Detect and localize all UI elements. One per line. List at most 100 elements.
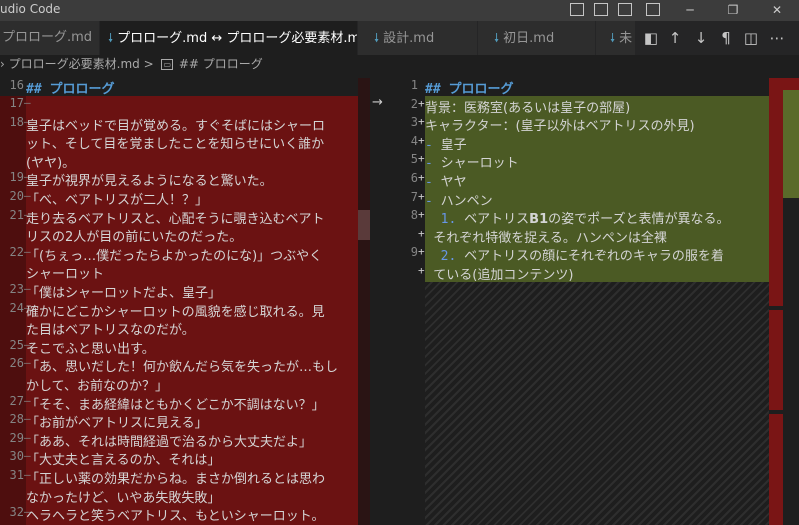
code-token: ハンペン: [440, 193, 493, 209]
line-number: 28: [9, 412, 24, 427]
line-number: 32: [9, 505, 24, 520]
restore-button[interactable]: ❐: [718, 0, 748, 21]
next-change-icon[interactable]: ↓: [690, 21, 712, 55]
code-token: -: [425, 175, 441, 190]
overview-deleted-marker: [769, 78, 799, 90]
code-token: ベアトリス: [464, 212, 530, 228]
scrollbar-thumb[interactable]: [358, 210, 370, 240]
code-line: 走り去るベアトリスと、心配そうに覗き込むベアト: [26, 211, 325, 227]
code-line: - シャーロット: [425, 152, 770, 171]
code-line-heading: ## プロローグ: [26, 82, 115, 97]
line-number: 29: [9, 430, 24, 445]
overview-deleted-marker: [769, 414, 783, 525]
breadcrumb-file[interactable]: プロローグ必要素材.md: [9, 57, 140, 71]
line-number: 19: [9, 170, 24, 185]
code-token: B1: [529, 212, 549, 228]
tab-label: プロローグ.md: [2, 30, 93, 45]
customize-layout-icon[interactable]: [646, 3, 660, 16]
code-line: ている(追加コンテンツ): [425, 264, 770, 283]
breadcrumb-separator: ›: [0, 57, 5, 71]
overview-deleted-marker: [769, 78, 783, 306]
tab-first-day[interactable]: 🠗 初日.md: [478, 21, 596, 55]
diff-divider: →: [370, 75, 392, 525]
code-line: - 皇子: [425, 134, 770, 153]
tab-diff-prologue[interactable]: 🠗プロローグ.md ↔ プロローグ必要素材.md✕: [100, 21, 358, 55]
code-line: 「正しい薬の効果だからね。まさか倒れるとは思わ: [26, 472, 326, 487]
close-window-button[interactable]: ✕: [762, 0, 792, 21]
more-actions-icon[interactable]: ⋯: [766, 21, 788, 55]
code-line: - ハンペン: [425, 190, 770, 209]
line-number: 4: [410, 133, 418, 148]
tab-label: 設計.md: [383, 31, 435, 46]
breadcrumb-separator: >: [143, 57, 154, 71]
editor-tab-bar: プロローグ.md 🠗プロローグ.md ↔ プロローグ必要素材.md✕ 🠗設計.m…: [0, 21, 799, 55]
line-number: 18: [9, 114, 24, 129]
code-token: -: [425, 193, 441, 209]
code-line: それぞれ特徴を捉える。ハンペンは全裸: [425, 227, 770, 246]
code-line: 確かにどこかシャーロットの風貌を感じ取れる。見: [26, 304, 325, 320]
markdown-file-icon: 🠗: [108, 31, 114, 45]
code-line: 皇子が視界が見えるようになると驚いた。: [26, 174, 273, 190]
show-whitespace-icon[interactable]: ¶: [715, 21, 737, 55]
line-number: 6: [410, 171, 418, 185]
code-token: 背景：医務室(あるいは皇子の部屋): [425, 100, 631, 116]
line-number: 21: [9, 207, 24, 222]
previous-change-icon[interactable]: ↑: [664, 21, 686, 55]
line-number: 8: [410, 208, 418, 223]
tab-prologue[interactable]: プロローグ.md: [0, 21, 100, 55]
toggle-secondary-sidebar-icon[interactable]: [618, 3, 632, 16]
tab-unnamed[interactable]: 🠗 未: [596, 21, 636, 55]
breadcrumb: › プロローグ必要素材.md > ▭ ## プロローグ: [0, 55, 799, 75]
minimize-button[interactable]: ─: [675, 0, 705, 21]
code-token: それぞれ特徴を捉える。ハンペンは全裸: [425, 230, 667, 246]
code-line: ット、そして目を覚ましたことを知らせにいく誰か: [26, 137, 325, 153]
code-token: 2.: [425, 249, 465, 265]
line-number: 2: [410, 96, 418, 111]
tab-label: 未: [619, 31, 633, 46]
tab-design[interactable]: 🠗 設計.md: [358, 21, 478, 55]
code-token: -: [425, 137, 441, 153]
symbol-icon: ▭: [161, 59, 174, 70]
diff-overview-ruler[interactable]: [769, 78, 799, 525]
breadcrumb-symbol[interactable]: ## プロローグ: [179, 57, 263, 71]
line-number: 9: [410, 245, 418, 260]
original-editor-pane[interactable]: 16 ## プロローグ 17—18— 皇子はベッドで目が覚める。すぐそばにはシャー…: [0, 78, 370, 525]
code-line: 「(ちぇっ…僕だったらよかったのにな)」つぶやく: [26, 248, 323, 264]
line-number: 23: [9, 282, 24, 296]
modified-editor-pane[interactable]: 1 ## プロローグ 2 + 背景：医務室(あるいは皇子の部屋) 3 + キャラクター：(皇子…: [392, 78, 799, 525]
tab-label: 初日.md: [503, 31, 555, 46]
code-line: ## プロローグ: [425, 78, 770, 97]
code-token: シャーロット: [440, 156, 519, 172]
vertical-scrollbar[interactable]: [358, 78, 370, 525]
line-number: 31: [9, 468, 24, 482]
markdown-file-icon: 🠗: [374, 31, 380, 45]
code-line: ヘラヘラと笑うベアトリス、もといシャーロット。: [26, 509, 325, 525]
code-line: なかったけど、いやあ失敗失敗」: [26, 490, 221, 506]
code-token: キャラクター：(皇子以外はベアトリスの外見): [425, 119, 695, 135]
code-token: ## プロローグ: [425, 82, 514, 97]
code-token: 1.: [425, 212, 465, 228]
markdown-file-icon: 🠗: [494, 31, 500, 45]
revert-arrow-icon[interactable]: →: [372, 95, 383, 110]
code-token: ている(追加コンテンツ): [425, 268, 574, 283]
code-line: かして、お前なのか？」: [26, 379, 168, 394]
overview-deleted-marker: [769, 310, 783, 410]
code-line: 「お前がベアトリスに見える」: [26, 416, 208, 432]
code-line: シャーロット: [26, 267, 105, 283]
code-token: の姿でポーズと表情が異なる。: [548, 212, 730, 228]
toggle-panel-icon[interactable]: [594, 3, 608, 16]
open-file-icon[interactable]: ◧: [640, 21, 662, 55]
code-line: 「大丈夫と言えるのか、それは」: [26, 453, 221, 469]
line-number: 25: [9, 337, 24, 352]
line-number: 1: [410, 78, 418, 92]
code-line: た目はベアトリスなのだが。: [26, 323, 195, 339]
code-token: ベアトリスの顔にそれぞれのキャラの服を着: [464, 249, 724, 265]
split-editor-icon[interactable]: ◫: [740, 21, 762, 55]
line-number: 5: [410, 152, 418, 167]
empty-diff-region: [425, 282, 769, 525]
code-line: (ヤヤ)。: [26, 155, 76, 171]
code-line: 1. ベアトリスB1の姿でポーズと表情が異なる。: [425, 208, 770, 227]
toggle-primary-sidebar-icon[interactable]: [570, 3, 584, 16]
code-line: 「ああ、それは時間経過で治るから大丈夫だよ」: [26, 434, 313, 450]
code-line: - ヤヤ: [425, 171, 770, 190]
